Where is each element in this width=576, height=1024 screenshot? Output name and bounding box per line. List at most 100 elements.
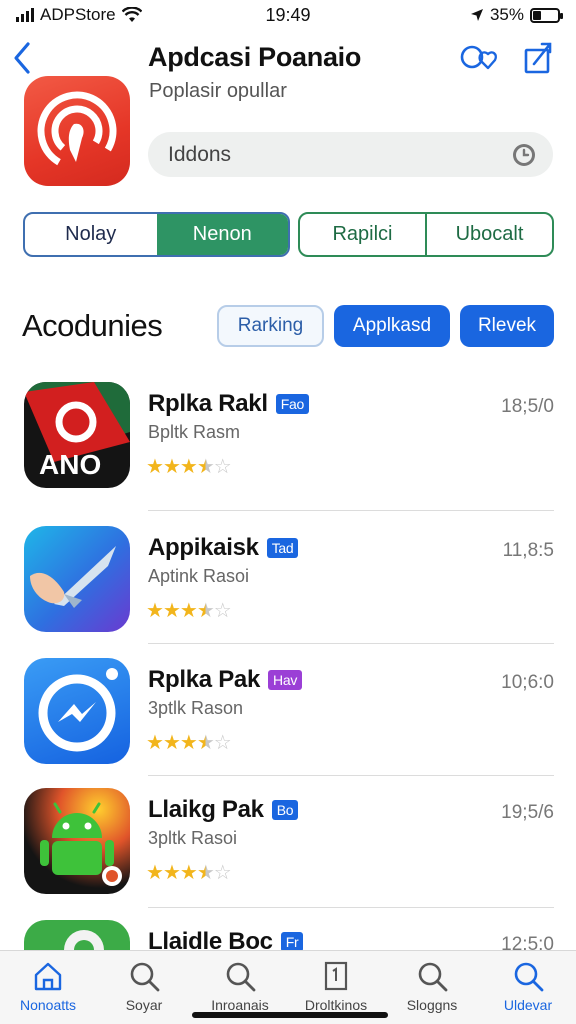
search-input[interactable]: Iddons	[168, 143, 511, 167]
section-title: Acodunies	[22, 308, 163, 343]
divider	[148, 907, 554, 908]
star-icon: ☆	[213, 600, 232, 622]
divider	[148, 510, 554, 511]
star-icon: ★	[179, 456, 198, 478]
star-icon: ★	[162, 862, 181, 884]
divider	[148, 775, 554, 776]
app-meta: 10;6:0	[501, 672, 554, 693]
tab-label: Inroanais	[211, 997, 269, 1013]
star-icon: ★	[162, 456, 181, 478]
chip-ranking[interactable]: Rarking	[217, 305, 324, 347]
star-rating: ★★★★☆	[146, 598, 232, 623]
star-icon: ★	[162, 600, 181, 622]
app-name: Appikaisk Tad	[148, 534, 299, 562]
segmented-control-right: Rapilci Ubocalt	[298, 212, 554, 257]
search-icon	[514, 962, 544, 992]
hero-subtitle: Poplasir opullar	[149, 80, 287, 102]
status-time: 19:49	[265, 4, 311, 25]
app-badge: Hav	[268, 670, 303, 690]
tab-label: Uldevar	[503, 997, 553, 1013]
app-badge: Fao	[275, 394, 309, 414]
list-item[interactable]: Llaikg Pak Bo 3pltk Rasoi ★★★★☆ 19;5/6	[0, 788, 576, 920]
star-icon: ★	[146, 732, 164, 754]
segmented-control-left: Nolay Nenon	[23, 212, 290, 257]
battery-icon	[530, 7, 563, 23]
chevron-left-icon[interactable]	[8, 38, 36, 78]
tab-sloggns[interactable]: Sloggns	[384, 951, 480, 1024]
share-icon[interactable]	[520, 40, 560, 76]
tab-nonoatts[interactable]: Nonoatts	[0, 951, 96, 1024]
app-badge: Bo	[271, 800, 299, 820]
star-icon: ★	[146, 862, 164, 884]
divider	[148, 643, 554, 644]
chip-applkasd[interactable]: Applkasd	[334, 305, 450, 347]
star-icon: ★	[196, 456, 215, 478]
wifi-icon	[121, 7, 142, 22]
page-title: Apdcasi Poanaio	[148, 42, 362, 72]
star-rating: ★★★★☆	[146, 730, 232, 755]
app-badge: Fr	[280, 932, 304, 952]
tab-soyar[interactable]: Soyar	[96, 951, 192, 1024]
tab-label: Soyar	[125, 997, 163, 1013]
star-icon: ★	[146, 456, 164, 478]
tab-label: Sloggns	[406, 997, 458, 1013]
search-icon	[226, 962, 256, 992]
list-item[interactable]: Appikaisk Tad Aptink Rasoi ★★★★☆ 11,8:5	[0, 526, 576, 658]
app-icon: ANO	[24, 382, 130, 488]
list-item[interactable]: ANO Rplka Rakl Fao Bpltk Rasm ★★★★☆ 18;5/…	[0, 382, 576, 514]
podcast-icon	[37, 91, 117, 171]
app-meta: 11,8:5	[502, 540, 554, 561]
tab-label: Droltkinos	[304, 997, 368, 1013]
home-indicator[interactable]	[192, 1012, 388, 1018]
star-icon: ★	[179, 732, 198, 754]
book-icon	[324, 961, 348, 991]
app-subtitle: 3ptlk Rason	[148, 698, 244, 718]
battery-label: 35%	[489, 5, 524, 24]
search-heart-icon[interactable]	[458, 40, 498, 76]
star-rating: ★★★★☆	[146, 860, 232, 885]
app-subtitle: Aptink Rasoi	[148, 566, 250, 586]
carrier-label: ADPStore	[40, 5, 116, 24]
search-icon	[130, 962, 160, 992]
signal-icon	[16, 8, 34, 22]
tab-label: Nonoatts	[19, 997, 77, 1013]
app-subtitle: Bpltk Rasm	[148, 422, 241, 442]
star-icon: ★	[196, 862, 215, 884]
android-icon	[40, 802, 122, 886]
app-icon	[24, 658, 130, 764]
app-icon	[24, 788, 130, 894]
location-arrow-icon	[470, 9, 483, 21]
app-name: Rplka Rakl Fao	[148, 390, 309, 418]
star-icon: ☆	[213, 456, 232, 478]
segment-nolay[interactable]: Nolay	[25, 214, 157, 255]
app-name: Llaikg Pak Bo	[148, 796, 299, 824]
app-name: Rplka Pak Hav	[148, 666, 303, 694]
segment-nenon[interactable]: Nenon	[156, 214, 288, 255]
search-field[interactable]: Iddons	[148, 132, 553, 177]
list-item[interactable]: Rplka Pak Hav 3ptlk Rason ★★★★☆ 10;6:0	[0, 658, 576, 790]
messenger-icon	[38, 668, 118, 752]
clock-icon[interactable]	[511, 142, 537, 168]
status-bar: ADPStore 19:49 35%	[0, 0, 576, 30]
star-icon: ★	[162, 732, 181, 754]
search-icon	[418, 962, 448, 992]
star-icon: ★	[179, 862, 198, 884]
star-icon: ★	[146, 600, 164, 622]
app-subtitle: 3pltk Rasoi	[148, 828, 238, 848]
star-icon: ★	[196, 732, 215, 754]
featured-app-icon[interactable]	[24, 76, 130, 186]
app-meta: 18;5/0	[501, 396, 554, 417]
chip-rlevek[interactable]: Rlevek	[460, 305, 554, 347]
star-icon: ☆	[213, 732, 232, 754]
svg-text:ANO: ANO	[39, 449, 101, 480]
star-icon: ★	[179, 600, 198, 622]
segment-rapilci[interactable]: Rapilci	[300, 214, 425, 255]
star-icon: ★	[196, 600, 215, 622]
star-rating: ★★★★☆	[146, 454, 232, 479]
tab-uldevar[interactable]: Uldevar	[480, 951, 576, 1024]
home-icon	[34, 962, 62, 991]
app-badge: Tad	[266, 538, 299, 558]
segment-ubocalt[interactable]: Ubocalt	[425, 214, 552, 255]
app-meta: 19;5/6	[501, 802, 554, 823]
star-icon: ☆	[213, 862, 232, 884]
